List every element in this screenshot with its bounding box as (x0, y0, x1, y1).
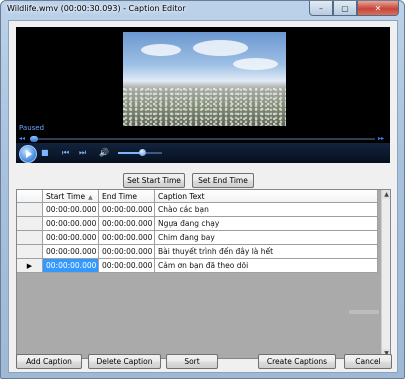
set-end-time-button[interactable]: Set End Time (192, 173, 254, 188)
start-time-cell[interactable]: 00:00:00.000 (42, 244, 99, 259)
next-icon[interactable]: ⏭ (79, 149, 86, 157)
captions-table: Start Time ▲ End Time Caption Text 00:00:… (17, 190, 378, 273)
caption-text-cell[interactable]: Bài thuyết trình đến đây là hết (154, 244, 378, 259)
end-time-cell[interactable]: 00:00:00.000 (98, 216, 155, 231)
video-frame (123, 32, 286, 126)
seek-forward-icon: ▸▸ (378, 135, 385, 142)
end-time-cell[interactable]: 00:00:00.000 (98, 202, 155, 217)
start-time-cell-selected[interactable]: 00:00:00.000 (42, 258, 99, 273)
player-controls: ■ ⏮ ⏭ 🔊 (16, 143, 390, 163)
end-time-cell[interactable]: 00:00:00.000 (98, 258, 155, 273)
volume-thumb[interactable] (139, 149, 147, 156)
row-header[interactable] (17, 202, 43, 217)
end-time-cell[interactable]: 00:00:00.000 (98, 230, 155, 245)
caption-text-cell[interactable]: Chào các bạn (154, 202, 378, 217)
seek-back-icon: ◂◂ (19, 135, 26, 142)
speaker-icon[interactable]: 🔊 (99, 149, 109, 157)
create-captions-button[interactable]: Create Captions (258, 354, 336, 369)
client-area: Paused ◂◂ ▸▸ ■ ⏮ ⏭ 🔊 Set Start Time Set … (8, 20, 398, 373)
caption-text-cell[interactable]: Cảm ơn bạn đã theo dõi (154, 258, 378, 273)
header-row: Start Time ▲ End Time Caption Text (17, 190, 378, 203)
end-time-cell[interactable]: 00:00:00.000 (98, 244, 155, 259)
caption-text-cell[interactable]: Chim đang bay (154, 230, 378, 245)
start-time-cell[interactable]: 00:00:00.000 (42, 202, 99, 217)
play-button[interactable] (19, 145, 37, 163)
vertical-scrollbar[interactable]: ▲ ▼ (381, 190, 390, 358)
table-row[interactable]: 00:00:00.000 00:00:00.000 Chim đang bay (17, 230, 378, 245)
delete-caption-button[interactable]: Delete Caption (88, 354, 161, 369)
maximize-button[interactable]: ▢ (333, 1, 357, 16)
caption-text-cell[interactable]: Ngựa đang chạy (154, 216, 378, 231)
previous-icon[interactable]: ⏮ (62, 149, 69, 157)
cancel-button[interactable]: Cancel (344, 354, 392, 369)
player-status: Paused (19, 124, 45, 132)
add-caption-button[interactable]: Add Caption (16, 354, 82, 369)
set-start-time-button[interactable]: Set Start Time (123, 173, 185, 188)
scroll-up-icon[interactable]: ▲ (382, 190, 390, 199)
start-time-cell[interactable]: 00:00:00.000 (42, 230, 99, 245)
cloud-shape (233, 58, 278, 70)
table-row[interactable]: 00:00:00.000 00:00:00.000 Bài thuyết trì… (17, 244, 378, 259)
column-header-end-time[interactable]: End Time (98, 190, 155, 203)
seek-thumb[interactable] (30, 136, 38, 142)
grid-scroll-indicator[interactable] (349, 310, 379, 314)
row-header[interactable]: ▶ (17, 258, 43, 273)
bird-colony (123, 87, 286, 126)
captions-grid: Start Time ▲ End Time Caption Text 00:00:… (16, 189, 391, 359)
title-bar[interactable]: Wildlife.wmv (00:00:30.093) - Caption Ed… (1, 1, 404, 19)
table-row[interactable]: 00:00:00.000 00:00:00.000 Chào các bạn (17, 202, 378, 217)
caption-editor-window: Wildlife.wmv (00:00:30.093) - Caption Ed… (0, 0, 405, 379)
minimize-button[interactable]: – (309, 1, 333, 16)
column-label: Start Time (46, 191, 86, 201)
column-header-caption-text[interactable]: Caption Text (154, 190, 378, 203)
seek-track[interactable] (30, 138, 375, 140)
table-row[interactable]: 00:00:00.000 00:00:00.000 Ngựa đang chạy (17, 216, 378, 231)
sort-ascending-icon: ▲ (88, 193, 93, 201)
row-header-corner[interactable] (17, 190, 43, 203)
window-title: Wildlife.wmv (00:00:30.093) - Caption Ed… (7, 4, 186, 13)
current-row-icon: ▶ (26, 262, 33, 270)
cloud-shape (141, 44, 181, 56)
cloud-shape (193, 40, 248, 56)
table-row-current[interactable]: ▶ 00:00:00.000 00:00:00.000 Cảm ơn bạn đ… (17, 258, 378, 273)
column-header-start-time[interactable]: Start Time ▲ (42, 190, 99, 203)
window-controls: – ▢ ✕ (309, 1, 399, 16)
sort-button[interactable]: Sort (166, 354, 218, 369)
row-header[interactable] (17, 216, 43, 231)
start-time-cell[interactable]: 00:00:00.000 (42, 216, 99, 231)
stop-icon[interactable]: ■ (41, 149, 49, 157)
row-header[interactable] (17, 230, 43, 245)
row-header[interactable] (17, 244, 43, 259)
video-display[interactable]: Paused (16, 27, 390, 135)
close-button[interactable]: ✕ (357, 1, 399, 16)
seek-bar[interactable]: ◂◂ ▸▸ (16, 135, 390, 143)
